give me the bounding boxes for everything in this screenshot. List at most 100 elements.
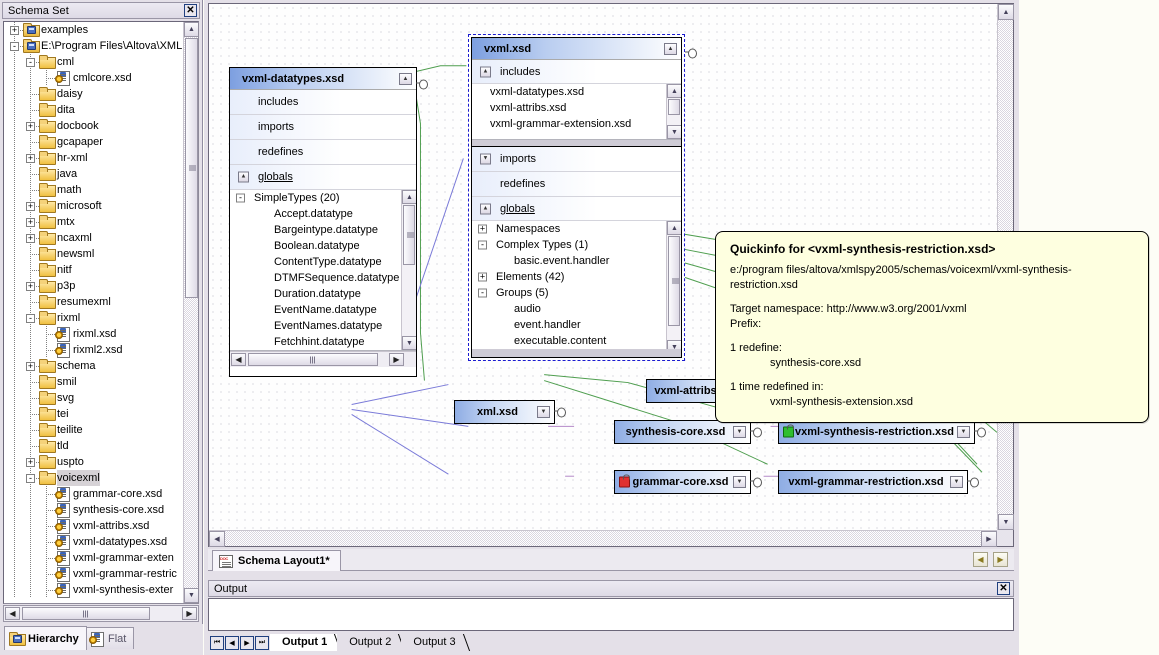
include-item[interactable]: vxml-datatypes.xsd <box>472 84 681 100</box>
scroll-right-icon[interactable]: ▶ <box>389 353 404 366</box>
section-includes[interactable]: includes <box>230 90 416 115</box>
simpletype-item[interactable]: Boolean.datatype <box>230 238 416 254</box>
tree-item[interactable]: grammar-core.xsd <box>4 486 184 502</box>
box-connector[interactable] <box>974 427 986 438</box>
scroll-down-icon[interactable]: ▼ <box>667 125 681 139</box>
expand-icon[interactable]: + <box>478 224 487 234</box>
tree-item[interactable]: rixml2.xsd <box>4 342 184 358</box>
tree-item[interactable]: rixml.xsd <box>4 326 184 342</box>
globals-scroll-thumb[interactable] <box>668 236 680 326</box>
simpletypes-group[interactable]: - SimpleTypes (20) <box>230 190 416 206</box>
simpletype-item[interactable]: DTMFSequence.datatype <box>230 270 416 286</box>
expand-icon[interactable]: + <box>26 282 35 291</box>
box-horizontal-scrollbar[interactable]: ◀ ▶ <box>230 351 416 367</box>
includes-scroll-thumb[interactable] <box>668 99 680 115</box>
section-globals[interactable]: ▲ globals <box>472 197 681 221</box>
output-body[interactable] <box>208 598 1014 631</box>
section-imports[interactable]: imports <box>230 115 416 140</box>
tree-item[interactable]: nitf <box>4 262 184 278</box>
section-redefines[interactable]: redefines <box>230 140 416 165</box>
scroll-down-icon[interactable]: ▼ <box>998 514 1014 530</box>
schema-box-vxml-synthesis-restriction[interactable]: vxml-synthesis-restriction.xsd ▼ <box>778 420 986 444</box>
imports-expand-icon[interactable]: ▼ <box>480 153 491 165</box>
include-item[interactable]: vxml-grammar-extension.xsd <box>472 116 681 132</box>
simpletypes-collapse-icon[interactable]: - <box>236 193 245 203</box>
box-connector[interactable] <box>416 79 428 90</box>
prev-icon[interactable]: ◀ <box>225 636 239 650</box>
layout-prev-icon[interactable]: ◀ <box>973 552 988 567</box>
tree-vertical-scrollbar[interactable]: ▲ ▼ <box>183 22 198 603</box>
tree-item[interactable]: + examples <box>4 22 184 38</box>
tree-item[interactable]: + p3p <box>4 278 184 294</box>
tree-item[interactable]: vxml-datatypes.xsd <box>4 534 184 550</box>
expand-icon[interactable]: ▼ <box>957 426 970 438</box>
tree-item[interactable]: + uspto <box>4 454 184 470</box>
scroll-up-icon[interactable]: ▲ <box>998 4 1014 20</box>
box-connector[interactable] <box>967 477 979 488</box>
tree-item[interactable]: teilite <box>4 422 184 438</box>
tree-item[interactable]: synthesis-core.xsd <box>4 502 184 518</box>
includes-vertical-scrollbar[interactable]: ▲ ▼ <box>666 84 681 139</box>
tab-output-3[interactable]: Output 3 <box>401 634 470 651</box>
expand-icon[interactable]: ▼ <box>733 476 746 488</box>
tree-item[interactable]: tei <box>4 406 184 422</box>
tree-item[interactable]: resumexml <box>4 294 184 310</box>
box-hscroll-thumb[interactable] <box>248 353 378 366</box>
simpletype-item[interactable]: Accept.datatype <box>230 206 416 222</box>
scroll-up-icon[interactable]: ▲ <box>402 190 416 204</box>
scroll-down-icon[interactable]: ▼ <box>184 588 198 603</box>
tree-item[interactable]: vxml-attribs.xsd <box>4 518 184 534</box>
tab-output-1[interactable]: Output 1 <box>270 634 342 651</box>
tree-item[interactable]: + microsoft <box>4 198 184 214</box>
simpletype-item[interactable]: EventNames.datatype <box>230 318 416 334</box>
tree-horizontal-scrollbar[interactable]: ◀ ▶ <box>3 605 199 622</box>
includes-list-pane[interactable]: vxml-datatypes.xsd vxml-attribs.xsd vxml-g… <box>472 84 681 140</box>
first-icon[interactable]: ⏮ <box>210 636 224 650</box>
globals-collapse-icon[interactable]: ▲ <box>238 171 249 183</box>
tree-item[interactable]: vxml-grammar-exten <box>4 550 184 566</box>
globals-vertical-scrollbar[interactable]: ▲ ▼ <box>666 221 681 354</box>
tree-item[interactable]: smil <box>4 374 184 390</box>
expand-icon[interactable]: + <box>26 122 35 131</box>
schema-box-vxml[interactable]: vxml.xsd ▲ ▲ includes vxml-datatypes.xsd… <box>468 34 697 361</box>
collapse-icon[interactable]: - <box>10 42 19 51</box>
scroll-up-icon[interactable]: ▲ <box>667 221 681 235</box>
expand-icon[interactable]: + <box>26 458 35 467</box>
section-redefines[interactable]: redefines <box>472 172 681 197</box>
diagram-hscroll-track[interactable] <box>225 531 981 546</box>
tree-item[interactable]: + ncaxml <box>4 230 184 246</box>
tree-item[interactable]: - E:\Program Files\Altova\XML: <box>4 38 184 54</box>
tree-item[interactable]: + docbook <box>4 118 184 134</box>
scroll-up-icon[interactable]: ▲ <box>667 84 681 98</box>
includes-resize-handle[interactable] <box>472 140 681 147</box>
vxml-globals-pane[interactable]: + Namespaces - Complex Types (1) basic.event… <box>472 221 681 355</box>
schema-box-grammar-core[interactable]: grammar-core.xsd ▼ <box>614 470 762 494</box>
global-item[interactable]: executable.content <box>472 333 681 349</box>
box-connector[interactable] <box>750 427 762 438</box>
expand-icon[interactable]: + <box>26 234 35 243</box>
tree-item[interactable]: vxml-synthesis-exter <box>4 582 184 598</box>
next-icon[interactable]: ▶ <box>240 636 254 650</box>
simpletype-item[interactable]: Bargeintype.datatype <box>230 222 416 238</box>
tree-item[interactable]: svg <box>4 390 184 406</box>
expand-icon[interactable]: + <box>26 362 35 371</box>
scroll-up-icon[interactable]: ▲ <box>184 22 198 37</box>
expand-icon[interactable]: ▼ <box>733 426 746 438</box>
expand-icon[interactable]: + <box>478 272 487 282</box>
global-item[interactable]: - Groups (5) <box>472 285 681 301</box>
scroll-right-icon[interactable]: ▶ <box>182 607 197 620</box>
tree-scroll-thumb[interactable] <box>185 38 198 298</box>
collapse-icon[interactable]: ▲ <box>664 43 677 55</box>
global-item[interactable]: + Namespaces <box>472 221 681 237</box>
layout-next-icon[interactable]: ▶ <box>993 552 1008 567</box>
schema-box-vxml-datatypes[interactable]: vxml-datatypes.xsd ▲ includes imports re… <box>229 67 428 377</box>
global-item[interactable]: event.handler <box>472 317 681 333</box>
tree-item[interactable]: gcapaper <box>4 134 184 150</box>
last-icon[interactable]: ⏭ <box>255 636 269 650</box>
global-item[interactable]: basic.event.handler <box>472 253 681 269</box>
box-connector[interactable] <box>554 407 566 418</box>
tree-hscroll-thumb[interactable] <box>22 607 150 620</box>
scroll-down-icon[interactable]: ▼ <box>402 336 416 350</box>
tree-item[interactable]: vxml-grammar-restric <box>4 566 184 582</box>
schema-box-xml[interactable]: xml.xsd ▼ <box>454 400 566 424</box>
